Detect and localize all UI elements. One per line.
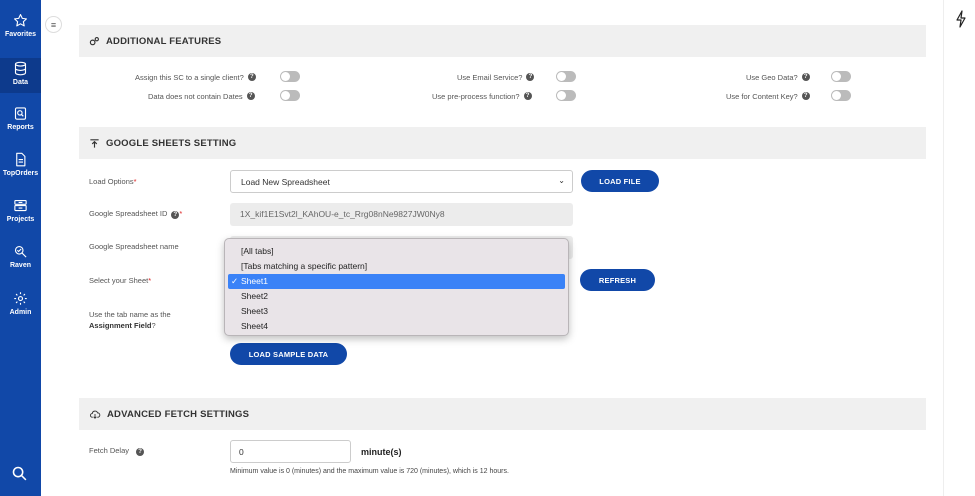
advanced-fetch-header: ADVANCED FETCH SETTINGS: [79, 398, 926, 430]
collapse-menu-button[interactable]: ≡: [45, 16, 62, 33]
cloud-download-icon: [89, 410, 101, 419]
fetch-delay-hint: Minimum value is 0 (minutes) and the max…: [230, 468, 509, 475]
sidebar-item-label: Reports: [7, 124, 34, 131]
tab-name-label: Use the tab name as the Assignment Field…: [89, 310, 171, 330]
help-icon[interactable]: ?: [801, 92, 810, 100]
sidebar-item-label: Raven: [9, 262, 31, 269]
sidebar-item-label: TopOrders: [2, 170, 39, 177]
refresh-button[interactable]: REFRESH: [580, 269, 655, 291]
raven-icon: [14, 245, 27, 258]
upload-icon: [90, 138, 99, 148]
sidebar-item-toporders[interactable]: TopOrders: [0, 152, 41, 177]
help-icon[interactable]: ?: [523, 92, 532, 100]
sidebar-item-label: Admin: [9, 309, 32, 316]
gear-icon: [14, 292, 27, 305]
sidebar-item-data[interactable]: Data: [0, 58, 41, 93]
additional-features-header: ADDITIONAL FEATURES: [79, 25, 926, 57]
sidebar-item-label: Projects: [6, 216, 35, 223]
sidebar-item-raven[interactable]: Raven: [0, 244, 41, 269]
sheet-option[interactable]: [All tabs]: [225, 244, 568, 259]
load-options-label: Load Options*: [89, 177, 137, 186]
toggle-geo-data[interactable]: [831, 71, 851, 82]
sidebar-item-projects[interactable]: Projects: [0, 198, 41, 223]
toggle-no-dates[interactable]: [280, 90, 300, 101]
help-icon[interactable]: ?: [247, 73, 256, 81]
toggle-label: Use for Content Key??: [726, 89, 810, 103]
toggle-content-key[interactable]: [831, 90, 851, 101]
database-icon: [14, 61, 27, 76]
reports-icon: [14, 107, 27, 120]
toggle-label: Use Geo Data??: [746, 70, 810, 84]
google-sheets-header: GOOGLE SHEETS SETTING: [79, 127, 926, 159]
fetch-delay-unit: minute(s): [361, 447, 402, 457]
sheet-option-selected[interactable]: ✓ Sheet1: [228, 274, 565, 289]
load-sample-data-button[interactable]: LOAD SAMPLE DATA: [230, 343, 347, 365]
fetch-delay-label: Fetch Delay?: [89, 446, 145, 456]
help-icon[interactable]: ?: [526, 73, 535, 81]
menu-icon: ≡: [50, 19, 57, 30]
toggle-label: Data does not contain Dates?: [148, 89, 255, 103]
toggle-label: Use Email Service??: [457, 70, 535, 84]
toggle-email-service[interactable]: [556, 71, 576, 82]
toggle-label: Assign this SC to a single client??: [135, 70, 256, 84]
load-file-button[interactable]: LOAD FILE: [581, 170, 659, 192]
sheet-dropdown-menu: [All tabs] [Tabs matching a specific pat…: [224, 238, 569, 336]
star-icon: [14, 14, 27, 27]
toggle-label: Use pre-process function??: [432, 89, 532, 103]
help-icon[interactable]: ?: [136, 448, 145, 456]
divider: [943, 0, 944, 496]
help-icon[interactable]: ?: [801, 73, 810, 81]
bolt-icon[interactable]: [955, 10, 967, 33]
sheet-option[interactable]: Sheet3: [225, 304, 568, 319]
fetch-delay-input[interactable]: 0: [230, 440, 351, 463]
projects-icon: [14, 199, 27, 212]
help-icon[interactable]: ?: [246, 92, 255, 100]
chevron-down-icon: ⌄: [558, 176, 565, 185]
search-icon: [12, 466, 27, 481]
select-sheet-label: Select your Sheet*: [89, 276, 152, 285]
sidebar-search[interactable]: [11, 465, 28, 487]
gears-icon: [89, 36, 99, 45]
sidebar-item-reports[interactable]: Reports: [0, 106, 41, 131]
section-title: ADDITIONAL FEATURES: [106, 35, 222, 47]
sheet-option[interactable]: Sheet2: [225, 289, 568, 304]
sidebar: Favorites Data Reports TopOrders Project…: [0, 0, 41, 496]
spreadsheet-name-label: Google Spreadsheet name: [89, 242, 179, 251]
toggle-assign-single-client[interactable]: [280, 71, 300, 82]
checkmark-icon: ✓: [231, 276, 239, 286]
sidebar-item-label: Favorites: [4, 31, 37, 38]
sidebar-item-favorites[interactable]: Favorites: [0, 13, 41, 38]
document-icon: [16, 152, 26, 167]
spreadsheet-id-label: Google Spreadsheet ID? *: [89, 209, 183, 219]
section-title: GOOGLE SHEETS SETTING: [106, 137, 237, 149]
sidebar-item-label: Data: [12, 79, 29, 86]
sheet-option[interactable]: Sheet4: [225, 319, 568, 334]
sheet-option[interactable]: [Tabs matching a specific pattern]: [225, 259, 568, 274]
spreadsheet-id-field[interactable]: 1X_kif1E1Svt2l_KAhOU-e_tc_Rrg08nNe9827JW…: [230, 203, 573, 226]
toggle-preprocess[interactable]: [556, 90, 576, 101]
load-options-select[interactable]: Load New Spreadsheet ⌄: [230, 170, 573, 193]
section-title: ADVANCED FETCH SETTINGS: [107, 408, 250, 420]
sidebar-item-admin[interactable]: Admin: [0, 291, 41, 316]
